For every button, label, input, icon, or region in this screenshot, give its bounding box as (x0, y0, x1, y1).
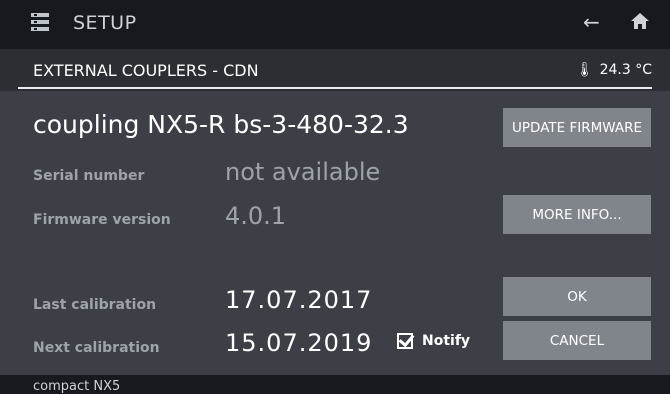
firmware-version-value: 4.0.1 (225, 202, 287, 230)
ok-button[interactable]: OK (503, 277, 651, 316)
thermometer-icon: 🌡 (575, 62, 594, 78)
temperature-readout: 🌡 24.3 °C (576, 62, 652, 78)
section-header: EXTERNAL COUPLERS - CDN 🌡 24.3 °C (0, 49, 670, 91)
update-firmware-button[interactable]: UPDATE FIRMWARE (503, 108, 651, 147)
notify-label: Notify (422, 333, 471, 349)
notify-toggle[interactable]: Notify (397, 333, 470, 349)
notify-checkbox[interactable] (397, 333, 413, 349)
home-icon[interactable] (630, 11, 650, 31)
serial-number-value: not available (225, 158, 381, 186)
cancel-button[interactable]: CANCEL (503, 321, 651, 360)
temperature-value: 24.3 °C (599, 62, 652, 78)
firmware-version-label: Firmware version (33, 212, 171, 228)
next-calibration-value: 15.07.2019 (225, 329, 373, 357)
section-title: EXTERNAL COUPLERS - CDN (33, 61, 259, 80)
next-calibration-label: Next calibration (33, 340, 160, 356)
more-info-button[interactable]: MORE INFO... (503, 195, 651, 234)
arrow-left-icon[interactable]: ← (583, 10, 600, 34)
device-name: coupling NX5-R bs-3-480-32.3 (33, 110, 409, 139)
device-model-label: compact NX5 (33, 379, 121, 394)
last-calibration-value: 17.07.2017 (225, 286, 373, 314)
section-divider (18, 87, 652, 89)
last-calibration-label: Last calibration (33, 297, 157, 313)
footer-bar: compact NX5 (0, 375, 670, 394)
menu-icon[interactable] (31, 13, 49, 31)
serial-number-label: Serial number (33, 168, 145, 184)
top-bar: SETUP ← (0, 0, 670, 49)
app-title: SETUP (73, 12, 137, 34)
